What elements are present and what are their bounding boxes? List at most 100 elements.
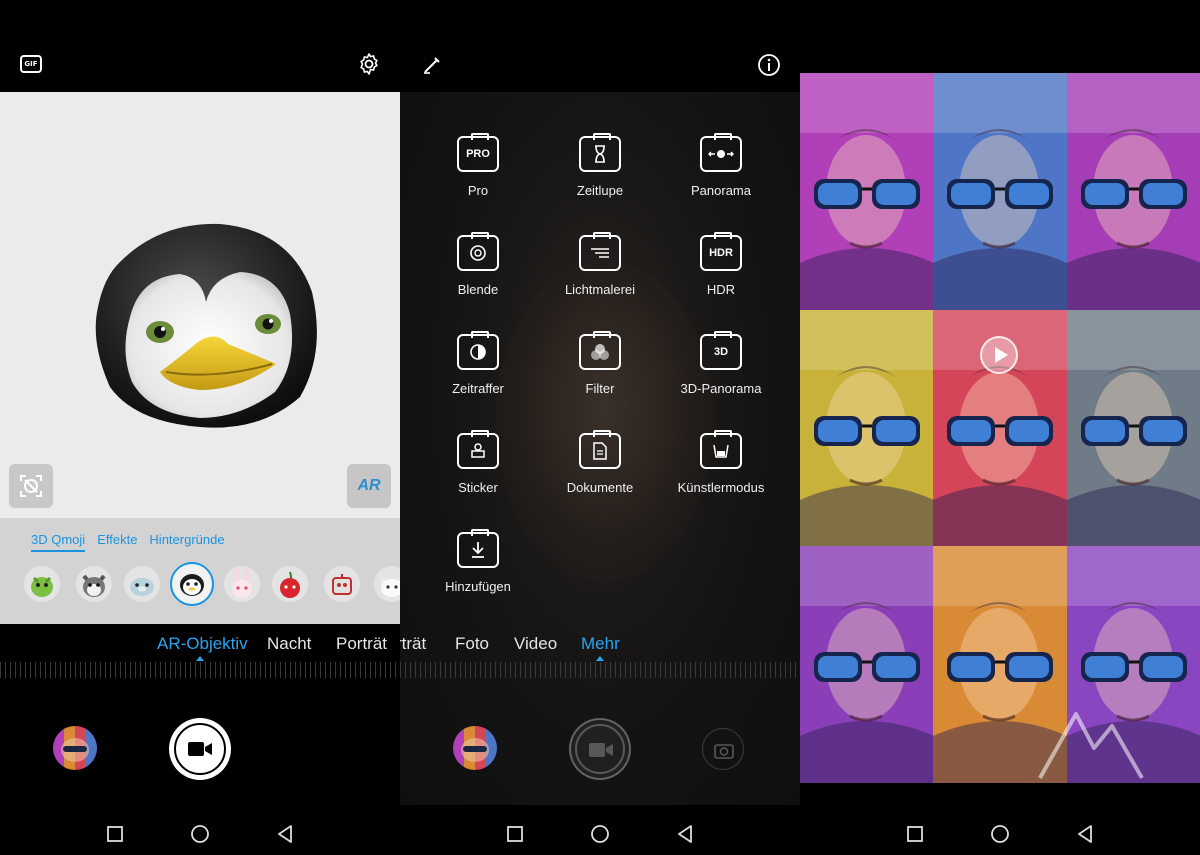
mode-label: 3D-Panorama xyxy=(680,381,762,396)
cherry-qmoji[interactable] xyxy=(272,566,308,602)
home-icon[interactable] xyxy=(590,824,610,844)
record-button[interactable] xyxy=(569,718,631,780)
artist-icon xyxy=(700,430,742,469)
edit-icon[interactable] xyxy=(422,55,442,75)
face-scan-button[interactable] xyxy=(9,464,53,508)
selfie-thumbnail xyxy=(933,73,1068,310)
mode-ar-objektiv[interactable]: AR-Objektiv xyxy=(157,634,248,654)
back-icon[interactable] xyxy=(675,824,695,844)
recent-apps-icon[interactable] xyxy=(105,824,125,844)
home-icon[interactable] xyxy=(990,824,1010,844)
mode-zeitraffer[interactable]: Zeitraffer xyxy=(418,331,538,396)
mode-blende[interactable]: Blende xyxy=(418,232,538,297)
zoom-ruler[interactable] xyxy=(0,662,400,678)
filter-preview-cell[interactable] xyxy=(1066,73,1200,311)
record-button[interactable] xyxy=(169,718,231,780)
recent-apps-icon[interactable] xyxy=(905,824,925,844)
mode-nacht[interactable]: Nacht xyxy=(267,634,311,654)
mode-strip: rträt Foto Video Mehr xyxy=(400,624,800,664)
light-painting-icon xyxy=(579,232,621,271)
tab-hintergruende[interactable]: Hintergründe xyxy=(149,532,224,552)
mode-hinzufuegen[interactable]: Hinzufügen xyxy=(418,529,538,594)
switch-camera-icon xyxy=(714,744,734,759)
mode-mehr[interactable]: Mehr xyxy=(581,634,620,654)
ar-lens-button[interactable]: AR xyxy=(347,464,391,508)
download-icon xyxy=(457,529,499,568)
ar-label: AR xyxy=(357,477,381,494)
filter-preview-cell[interactable] xyxy=(800,309,934,547)
face-scan-icon xyxy=(20,475,42,497)
mode-zeitlupe[interactable]: Zeitlupe xyxy=(540,133,660,198)
ar-camera-panel: GIF AR 3D Qmoji Effekte Hintergründe AR-… xyxy=(0,0,400,855)
gear-icon[interactable] xyxy=(357,52,381,76)
mode-hdr[interactable]: HDR HDR xyxy=(661,232,781,297)
mode-label: Lichtmalerei xyxy=(564,282,636,297)
mode-label: Filter xyxy=(585,381,615,396)
timelapse-icon xyxy=(457,331,499,370)
back-icon[interactable] xyxy=(275,824,295,844)
seal-qmoji[interactable] xyxy=(124,566,160,602)
mode-panorama[interactable]: Panorama xyxy=(661,133,781,198)
mode-dokumente[interactable]: Dokumente xyxy=(540,430,660,495)
mode-label: Sticker xyxy=(458,480,498,495)
tab-3d-qmoji[interactable]: 3D Qmoji xyxy=(31,532,86,552)
penguin-qmoji[interactable] xyxy=(170,562,214,606)
filter-preview-cell[interactable] xyxy=(1066,309,1200,547)
mode-label: Künstlermodus xyxy=(677,480,765,495)
active-mode-indicator xyxy=(596,656,604,661)
husky-qmoji[interactable] xyxy=(76,566,112,602)
recent-apps-icon[interactable] xyxy=(505,824,525,844)
selfie-thumbnail xyxy=(1066,73,1200,310)
rabbit-qmoji[interactable] xyxy=(224,566,260,602)
mode-lichtmalerei[interactable]: Lichtmalerei xyxy=(540,232,660,297)
mode-label: Zeitlupe xyxy=(576,183,624,198)
home-icon[interactable] xyxy=(190,824,210,844)
gif-label: GIF xyxy=(24,60,38,68)
mode-kuenstlermodus[interactable]: Künstlermodus xyxy=(661,430,781,495)
mode-label: Blende xyxy=(457,282,499,297)
top-bar: GIF xyxy=(0,0,400,92)
mode-filter[interactable]: Filter xyxy=(540,331,660,396)
dragon-qmoji[interactable] xyxy=(24,566,60,602)
3d-panorama-icon: 3D xyxy=(700,331,742,370)
mode-video[interactable]: Video xyxy=(514,634,557,654)
mode-sticker[interactable]: Sticker xyxy=(418,430,538,495)
mode-3d-panorama[interactable]: 3D 3D-Panorama xyxy=(661,331,781,396)
filter-preview-cell[interactable] xyxy=(800,73,934,311)
filter-grid[interactable] xyxy=(800,73,1200,784)
aperture-icon xyxy=(457,232,499,271)
active-mode-indicator xyxy=(196,656,204,661)
more-modes-panel: PRO Pro Zeitlupe Panorama Blende Lichtma… xyxy=(400,0,800,855)
filter-preview-cell[interactable] xyxy=(933,73,1068,311)
selfie-thumbnail xyxy=(1066,309,1200,547)
back-icon[interactable] xyxy=(1075,824,1095,844)
sticker-icon xyxy=(457,430,499,469)
robot-qmoji[interactable] xyxy=(324,566,360,602)
switch-camera-button[interactable] xyxy=(702,728,744,770)
mode-label: Zeitraffer xyxy=(452,381,504,396)
cat-qmoji[interactable] xyxy=(374,566,400,602)
hdr-icon: HDR xyxy=(700,232,742,271)
play-button[interactable] xyxy=(980,336,1018,374)
mode-portraet[interactable]: Porträt xyxy=(336,634,387,654)
selfie-thumbnail xyxy=(800,546,934,784)
mode-pro[interactable]: PRO Pro xyxy=(418,133,538,198)
tray-tabs: 3D Qmoji Effekte Hintergründe xyxy=(31,532,225,552)
tab-effekte[interactable]: Effekte xyxy=(97,532,137,552)
zoom-ruler[interactable] xyxy=(400,662,800,678)
video-camera-icon xyxy=(188,742,212,756)
mode-foto[interactable]: Foto xyxy=(455,634,489,654)
mode-portraet[interactable]: rträt xyxy=(400,634,426,654)
filter-preview-cell[interactable] xyxy=(800,546,934,784)
info-icon[interactable] xyxy=(757,53,781,77)
qmoji-tray: 3D Qmoji Effekte Hintergründe xyxy=(0,518,400,624)
pro-icon: PRO xyxy=(457,133,499,172)
panorama-icon xyxy=(700,133,742,172)
penguin-avatar xyxy=(95,223,317,428)
gallery-thumbnail[interactable] xyxy=(53,726,97,770)
gallery-thumbnail[interactable] xyxy=(453,726,497,770)
mode-strip: AR-Objektiv Nacht Porträt xyxy=(0,624,400,664)
ar-viewfinder[interactable]: AR xyxy=(0,92,400,518)
gif-icon[interactable]: GIF xyxy=(20,55,42,73)
qmoji-list xyxy=(24,562,400,606)
